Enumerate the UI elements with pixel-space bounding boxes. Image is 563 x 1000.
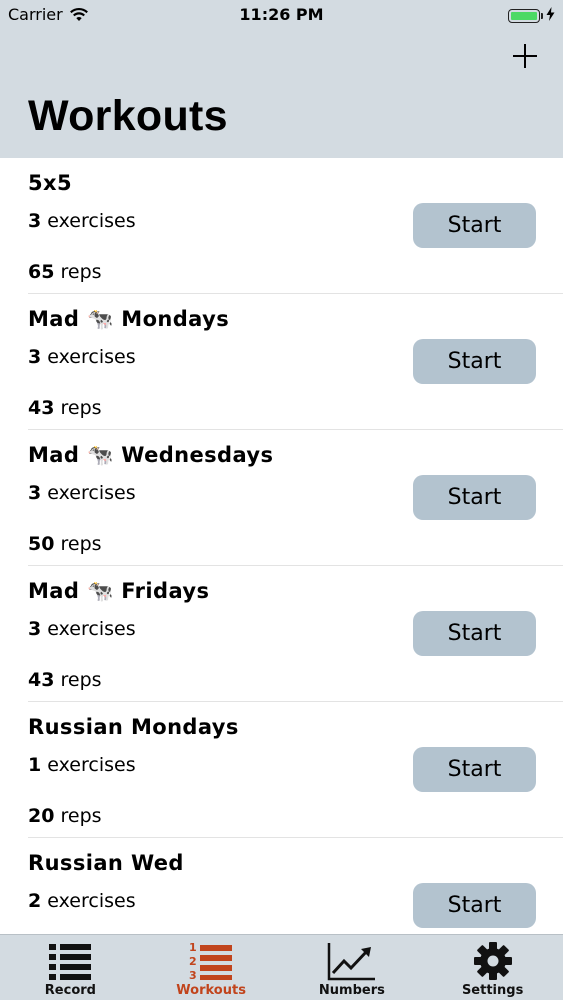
status-bar: Carrier 11:26 PM: [0, 0, 563, 30]
exercise-count-value: 2: [28, 890, 42, 912]
workout-row[interactable]: 5x5 3 exercises 65 reps Start: [0, 158, 563, 294]
reps-count-value: 43: [28, 669, 55, 691]
reps-count-label: reps: [60, 669, 102, 691]
page-title: Workouts: [28, 92, 228, 140]
exercise-count: 3 exercises: [28, 482, 136, 504]
workout-title: Russian Wed: [28, 851, 184, 875]
reps-count-value: 20: [28, 805, 55, 827]
exercise-count: 2 exercises: [28, 890, 136, 912]
reps-count-value: 43: [28, 397, 55, 419]
line-chart-icon: [326, 941, 378, 981]
exercise-count-value: 3: [28, 210, 42, 232]
reps-count: 43 reps: [28, 397, 102, 419]
reps-count-label: reps: [60, 533, 102, 555]
exercise-count-label: exercises: [47, 618, 136, 640]
start-button[interactable]: Start: [413, 747, 536, 792]
charging-bolt-icon: [546, 6, 555, 25]
tab-settings[interactable]: Settings: [422, 935, 563, 1000]
workout-row[interactable]: Mad 🐄 Fridays 3 exercises 43 reps Start: [0, 566, 563, 702]
navigation-header: Carrier 11:26 PM Workouts: [0, 0, 563, 158]
numbered-list-icon: 1 2 3: [185, 941, 237, 981]
reps-count: 50 reps: [28, 533, 102, 555]
svg-text:3: 3: [189, 969, 197, 981]
reps-count-label: reps: [60, 397, 102, 419]
start-button[interactable]: Start: [413, 203, 536, 248]
tab-numbers[interactable]: Numbers: [282, 935, 423, 1000]
exercise-count-label: exercises: [47, 754, 136, 776]
tab-label: Settings: [461, 983, 524, 998]
exercise-count-label: exercises: [47, 890, 136, 912]
exercise-count-value: 3: [28, 618, 42, 640]
reps-count: 65 reps: [28, 261, 102, 283]
start-button[interactable]: Start: [413, 339, 536, 384]
start-button[interactable]: Start: [413, 611, 536, 656]
tab-label: Record: [44, 983, 96, 998]
exercise-count-value: 1: [28, 754, 42, 776]
workout-row[interactable]: Mad 🐄 Wednesdays 3 exercises 50 reps Sta…: [0, 430, 563, 566]
exercise-count-value: 3: [28, 346, 42, 368]
exercise-count: 1 exercises: [28, 754, 136, 776]
workout-title: Mad 🐄 Mondays: [28, 307, 230, 331]
tab-label: Numbers: [318, 983, 385, 998]
reps-count: 20 reps: [28, 805, 102, 827]
exercise-count: 3 exercises: [28, 618, 136, 640]
workout-row[interactable]: Mad 🐄 Mondays 3 exercises 43 reps Start: [0, 294, 563, 430]
start-button[interactable]: Start: [413, 883, 536, 928]
workout-row[interactable]: Russian Mondays 1 exercises 20 reps Star…: [0, 702, 563, 838]
reps-count: 43 reps: [28, 669, 102, 691]
tab-label: Workouts: [176, 983, 246, 998]
workout-row[interactable]: Russian Wed 2 exercises Start: [0, 838, 563, 934]
workout-title: Russian Mondays: [28, 715, 239, 739]
start-button[interactable]: Start: [413, 475, 536, 520]
reps-count-value: 50: [28, 533, 55, 555]
workout-title: 5x5: [28, 171, 72, 195]
battery-icon: [508, 6, 555, 25]
exercise-count-label: exercises: [47, 482, 136, 504]
workout-title: Mad 🐄 Wednesdays: [28, 443, 274, 467]
gear-icon: [467, 941, 519, 981]
workout-list[interactable]: 5x5 3 exercises 65 reps Start Mad 🐄 Mond…: [0, 158, 563, 934]
svg-text:2: 2: [189, 955, 197, 968]
exercise-count: 3 exercises: [28, 346, 136, 368]
tab-workouts[interactable]: 1 2 3 Workouts: [141, 935, 282, 1000]
exercise-count-label: exercises: [47, 210, 136, 232]
reps-count-label: reps: [60, 261, 102, 283]
add-workout-button[interactable]: [509, 40, 541, 72]
exercise-count-label: exercises: [47, 346, 136, 368]
exercise-count: 3 exercises: [28, 210, 136, 232]
tab-bar: Record 1 2 3 Workouts Numbers Settings: [0, 934, 563, 1000]
workout-title: Mad 🐄 Fridays: [28, 579, 210, 603]
exercise-count-value: 3: [28, 482, 42, 504]
status-time: 11:26 PM: [239, 5, 324, 24]
tab-record[interactable]: Record: [0, 935, 141, 1000]
list-icon: [44, 941, 96, 981]
reps-count-value: 65: [28, 261, 55, 283]
reps-count-label: reps: [60, 805, 102, 827]
svg-text:1: 1: [189, 941, 197, 954]
